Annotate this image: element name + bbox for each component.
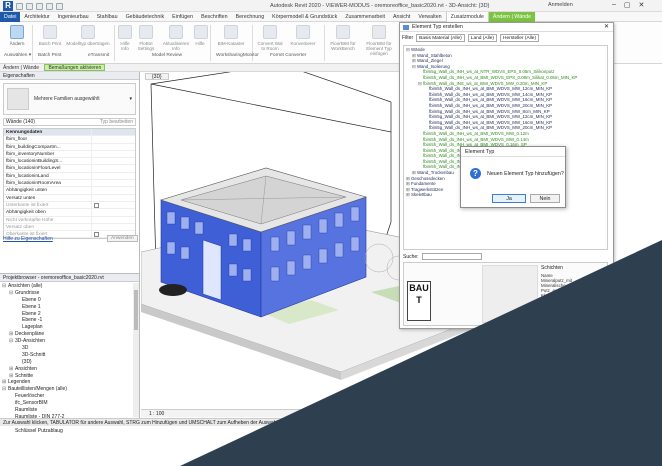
decorative-overlay — [180, 240, 662, 466]
overlay-triangle — [180, 240, 662, 466]
